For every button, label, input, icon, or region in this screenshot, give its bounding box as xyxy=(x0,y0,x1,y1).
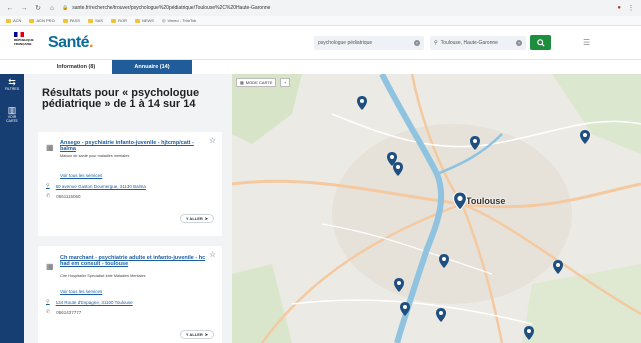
map-marker[interactable] xyxy=(436,308,446,322)
search-where-input[interactable]: ⚲ Toulouse, Haute-Garonne × xyxy=(430,36,526,50)
result-name-link[interactable]: Ansego - psychiatrie infanto-juvenile - … xyxy=(60,140,210,152)
folder-icon xyxy=(111,18,117,23)
result-address[interactable]: ⚲ 134 Route d'Espagne, 31100 Toulouse xyxy=(46,299,133,305)
left-rail: ⇆ FILTRES ▥ VOIR CARTE xyxy=(0,74,24,343)
extension-icon[interactable]: ● xyxy=(617,5,621,11)
search-button[interactable] xyxy=(530,35,551,50)
result-name-link[interactable]: Ch marchant - psychiatrie adulte et infa… xyxy=(60,255,210,267)
forward-icon[interactable]: → xyxy=(20,5,28,12)
phone-icon: ✆ xyxy=(46,309,51,315)
map-marker[interactable] xyxy=(439,254,449,268)
map-mode-button[interactable]: ▦ MODE CARTE xyxy=(236,78,277,87)
bookmark-item[interactable]: SAS xyxy=(88,18,103,23)
bookmark-item[interactable]: ACN PRO xyxy=(29,18,55,23)
map-icon: ▥ xyxy=(7,105,17,115)
reload-icon[interactable]: ↻ xyxy=(34,4,42,12)
map-marker[interactable] xyxy=(470,136,480,150)
result-phone[interactable]: ✆ 0561437777 xyxy=(46,309,81,315)
city-label: Toulouse xyxy=(466,196,506,206)
map-marker[interactable] xyxy=(580,130,590,144)
map-marker[interactable] xyxy=(394,278,404,292)
lock-icon: 🔒 xyxy=(62,5,69,11)
url-text: sante.fr/recherche/trouver/psychologue%2… xyxy=(72,5,271,11)
map-marker[interactable] xyxy=(357,96,367,110)
filter-button[interactable]: ⇆ FILTRES xyxy=(2,77,22,92)
map-icon: ▦ xyxy=(240,80,244,85)
results-panel: Résultats pour « psychologue pédiatrique… xyxy=(24,74,232,343)
tab-information[interactable]: Information (8) xyxy=(40,60,112,74)
clear-icon[interactable]: × xyxy=(516,40,522,46)
folder-icon xyxy=(88,18,94,23)
result-card: ☆ ▦ Ansego - psychiatrie infanto-juvenil… xyxy=(38,132,222,236)
map-canvas[interactable] xyxy=(232,74,641,343)
building-icon: ▦ xyxy=(46,262,54,271)
services-link[interactable]: Voir tous les services xyxy=(60,173,102,178)
home-icon[interactable]: ⌂ xyxy=(48,5,56,12)
map-marker[interactable] xyxy=(393,162,403,176)
map-view[interactable]: ▦ MODE CARTE + Toulouse xyxy=(232,74,641,343)
back-icon[interactable]: ← xyxy=(6,5,14,12)
directions-button[interactable]: Y ALLER ➤ xyxy=(180,214,214,223)
folder-icon xyxy=(29,18,35,23)
tab-annuaire[interactable]: Annuaire (14) xyxy=(112,60,192,74)
bookmark-item[interactable]: ROR xyxy=(111,18,127,23)
services-link[interactable]: Voir tous les services xyxy=(60,289,102,294)
bookmark-item[interactable]: NEWS xyxy=(134,18,154,23)
globe-icon: ◎ xyxy=(161,18,166,23)
result-type: Maison de santé pour maladies mentales xyxy=(60,154,130,158)
map-marker-selected[interactable] xyxy=(453,192,467,210)
location-pin-icon: ⚲ xyxy=(434,40,438,46)
folder-icon xyxy=(6,18,11,23)
map-marker[interactable] xyxy=(553,260,563,274)
map-marker[interactable] xyxy=(400,302,410,316)
navigation-arrow-icon: ➤ xyxy=(204,216,209,221)
more-icon[interactable]: ⋮ xyxy=(627,4,635,12)
result-address[interactable]: ⚲ 60 avenue Gaston Doumergue, 31130 Balm… xyxy=(46,183,146,189)
phone-icon: ✆ xyxy=(46,193,51,199)
bookmark-item[interactable]: ACN xyxy=(6,18,21,23)
result-card: ☆ ▦ Ch marchant - psychiatrie adulte et … xyxy=(38,246,222,343)
directions-button[interactable]: Y ALLER ➤ xyxy=(180,330,214,339)
result-tabs: Information (8) Annuaire (14) xyxy=(40,60,192,74)
bookmark-item[interactable]: PASS xyxy=(62,18,80,23)
zoom-button[interactable]: + xyxy=(280,78,291,87)
magnifier-icon xyxy=(536,38,545,47)
flag-icon xyxy=(14,32,24,37)
plus-icon: + xyxy=(284,80,287,85)
search-what-input[interactable]: psychologue pédiatrique × xyxy=(314,36,424,50)
folder-icon xyxy=(62,18,68,23)
map-view-button[interactable]: ▥ VOIR CARTE xyxy=(2,105,22,124)
url-field[interactable]: 🔒 sante.fr/recherche/trouver/psychologue… xyxy=(62,5,611,11)
bookmark-item[interactable]: ◎ Vimeo - TrimTok xyxy=(162,18,196,23)
building-icon: ▦ xyxy=(46,143,54,152)
bookmarks-bar: ACN ACN PRO PASS SAS ROR NEWS ◎ Vimeo - T… xyxy=(0,16,641,26)
result-type: Ctre Hospitalier Spécialisé lutte Maladi… xyxy=(60,274,146,278)
republique-francaise-logo[interactable]: RÉPUBLIQUE FRANÇAISE xyxy=(14,32,38,54)
browser-address-bar: ← → ↻ ⌂ 🔒 sante.fr/recherche/trouver/psy… xyxy=(0,0,641,16)
sante-logo[interactable]: Santé. xyxy=(48,34,94,52)
map-marker[interactable] xyxy=(524,326,534,340)
result-phone[interactable]: ✆ 0561115060 xyxy=(46,193,81,199)
navigation-arrow-icon: ➤ xyxy=(204,332,209,337)
folder-icon xyxy=(134,18,140,23)
hamburger-icon[interactable]: ☰ xyxy=(583,38,590,47)
clear-icon[interactable]: × xyxy=(414,40,420,46)
results-title: Résultats pour « psychologue pédiatrique… xyxy=(42,87,200,110)
location-pin-icon: ⚲ xyxy=(46,183,50,189)
location-pin-icon: ⚲ xyxy=(46,299,50,305)
filter-icon: ⇆ xyxy=(8,77,16,87)
